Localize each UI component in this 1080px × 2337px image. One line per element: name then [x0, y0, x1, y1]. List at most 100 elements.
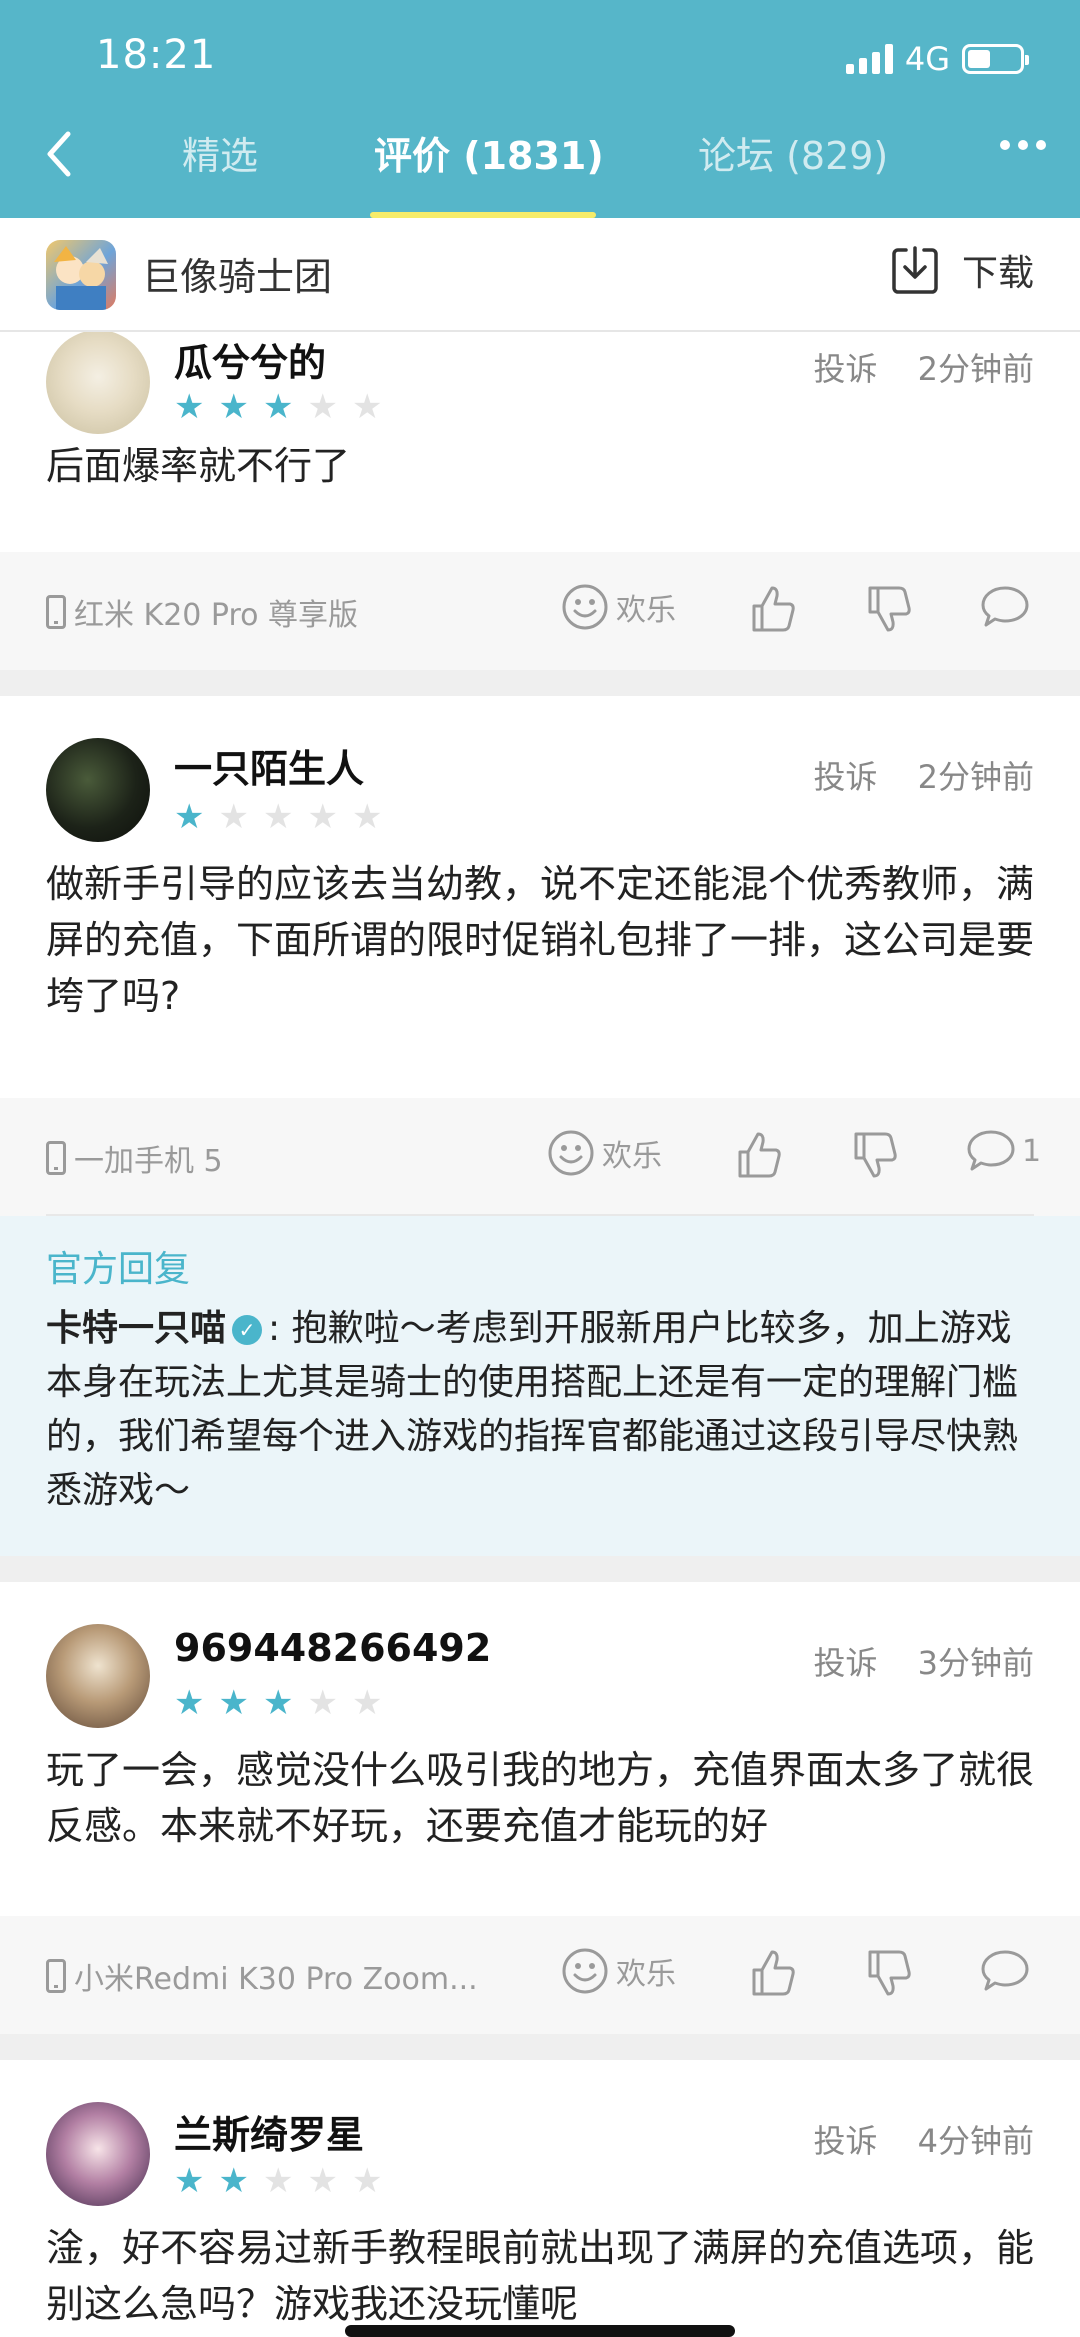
- official-reply-text: 卡特一只喵 ✓: 抱歉啦～考虑到开服新用户比较多，加上游戏本身在玩法上尤其是骑士的…: [46, 1302, 1036, 1518]
- report-link[interactable]: 投诉: [813, 758, 877, 796]
- smile-icon: [562, 1948, 608, 1994]
- smile-icon: [562, 584, 608, 630]
- star-empty-icon: ★: [307, 1683, 338, 1723]
- report-link[interactable]: 投诉: [813, 350, 877, 388]
- review-text: 玩了一会，感觉没什么吸引我的地方，充值界面太多了就很反感。本来就不好玩，还要充值…: [46, 1748, 1035, 1848]
- star-empty-icon: ★: [262, 797, 294, 837]
- phone-icon: [46, 1141, 66, 1175]
- review-meta: 投诉 4分钟前: [813, 2116, 1034, 2162]
- star-rating: ★ ★ ★ ★ ★: [174, 390, 382, 424]
- review-footer: 红米 K20 Pro 尊享版 欢乐: [0, 552, 1080, 670]
- star-empty-icon: ★: [307, 387, 338, 427]
- report-link[interactable]: 投诉: [813, 2122, 877, 2160]
- review-time: 2分钟前: [917, 758, 1034, 796]
- official-reply-title: 官方回复: [46, 1249, 191, 1290]
- device-label: 红米 K20 Pro 尊享版: [46, 590, 358, 634]
- avatar[interactable]: [46, 2102, 150, 2206]
- top-bar: 18:21 4G 精选 评价 (1831) 论坛 (829): [0, 0, 1080, 218]
- thumbs-down-icon[interactable]: [866, 584, 912, 634]
- review-list[interactable]: 瓜兮兮的 ★ ★ ★ ★ ★ 投诉 2分钟前 后面爆率就不行了 红米 K20 Pro 尊…: [0, 332, 1080, 2337]
- comment-button[interactable]: 1: [966, 1128, 1041, 1174]
- app-header: 巨像骑士团 下载: [0, 218, 1080, 332]
- review-meta: 投诉 2分钟前: [813, 344, 1034, 390]
- download-button[interactable]: 下载: [890, 244, 1034, 296]
- review-time: 2分钟前: [917, 350, 1034, 388]
- device-label: 小米Redmi K30 Pro Zoom...: [46, 1954, 478, 1998]
- star-filled-icon: ★: [174, 1683, 205, 1723]
- star-filled-icon: ★: [218, 387, 249, 427]
- device-name: 小米Redmi K30 Pro Zoom...: [74, 1962, 478, 1997]
- official-reply: 官方回复 卡特一只喵 ✓: 抱歉啦～考虑到开服新用户比较多，加上游戏本身在玩法上尤…: [0, 1216, 1080, 1556]
- star-filled-icon: ★: [218, 2161, 249, 2201]
- thumbs-down-icon[interactable]: [866, 1948, 912, 1998]
- star-filled-icon: ★: [174, 797, 205, 837]
- review-text: 后面爆率就不行了: [46, 444, 351, 488]
- comment-count: 1: [1022, 1133, 1042, 1169]
- star-empty-icon: ★: [351, 1683, 383, 1723]
- reaction-button[interactable]: 欢乐: [546, 1128, 662, 1178]
- tab-forum[interactable]: 论坛 (829): [698, 128, 888, 184]
- review-meta: 投诉 2分钟前: [813, 752, 1034, 798]
- review-text: 做新手引导的应该去当幼教，说不定还能混个优秀教师，满屏的充值，下面所谓的限时促销…: [46, 862, 1035, 1018]
- star-empty-icon: ★: [351, 2161, 383, 2201]
- username[interactable]: 一只陌生人: [174, 738, 364, 793]
- status-time: 18:21: [96, 32, 217, 78]
- network-label: 4G: [904, 40, 950, 78]
- username[interactable]: 兰斯绮罗星: [174, 2104, 364, 2159]
- device-name: 一加手机 5: [74, 1144, 223, 1179]
- comment-icon[interactable]: [980, 1948, 1030, 1994]
- star-empty-icon: ★: [262, 2161, 294, 2201]
- star-rating: ★ ★ ★ ★ ★: [174, 800, 382, 834]
- thumbs-up-icon[interactable]: [750, 584, 796, 634]
- review-card: 969448266492 ★ ★ ★ ★ ★ 投诉 3分钟前 玩了一会，感觉没什么吸引我…: [0, 1582, 1080, 1916]
- report-link[interactable]: 投诉: [813, 1644, 877, 1682]
- official-reply-author[interactable]: 卡特一只喵: [46, 1308, 226, 1349]
- thumbs-up-icon[interactable]: [736, 1130, 782, 1180]
- signal-icon: [845, 44, 893, 74]
- smile-icon: [548, 1130, 594, 1176]
- back-icon[interactable]: [38, 124, 78, 184]
- comment-icon[interactable]: [980, 584, 1030, 630]
- star-rating: ★ ★ ★ ★ ★: [174, 1686, 382, 1720]
- download-icon: [892, 246, 938, 294]
- avatar[interactable]: [46, 738, 150, 842]
- review-time: 3分钟前: [917, 1644, 1034, 1682]
- status-icons: 4G: [845, 40, 1029, 78]
- star-empty-icon: ★: [307, 2161, 338, 2201]
- review-footer: 一加手机 5 欢乐 1: [0, 1098, 1080, 1216]
- username[interactable]: 969448266492: [174, 1626, 491, 1670]
- username[interactable]: 瓜兮兮的: [174, 332, 326, 387]
- avatar[interactable]: [46, 332, 150, 434]
- more-icon[interactable]: [1000, 140, 1046, 150]
- battery-icon: [962, 44, 1029, 74]
- reaction-label: 欢乐: [616, 593, 676, 628]
- device-label: 一加手机 5: [46, 1136, 223, 1180]
- reaction-button[interactable]: 欢乐: [560, 582, 676, 632]
- reaction-label: 欢乐: [602, 1139, 662, 1174]
- reaction-button[interactable]: 欢乐: [560, 1946, 676, 1996]
- thumbs-up-icon[interactable]: [750, 1948, 796, 1998]
- tab-reviews[interactable]: 评价 (1831): [374, 128, 604, 184]
- download-label: 下载: [961, 253, 1034, 294]
- review-card: 一只陌生人 ★ ★ ★ ★ ★ 投诉 2分钟前 做新手引导的应该去当幼教，说不定还能混个…: [0, 696, 1080, 1098]
- star-filled-icon: ★: [262, 387, 294, 427]
- star-filled-icon: ★: [262, 1683, 294, 1723]
- tab-featured[interactable]: 精选: [182, 128, 258, 184]
- app-name: 巨像骑士团: [142, 255, 333, 299]
- star-filled-icon: ★: [174, 2161, 205, 2201]
- avatar[interactable]: [46, 1624, 150, 1728]
- thumbs-down-icon[interactable]: [852, 1130, 898, 1180]
- phone-icon: [46, 1959, 66, 1993]
- home-indicator[interactable]: [345, 2325, 735, 2337]
- review-footer: 小米Redmi K30 Pro Zoom... 欢乐: [0, 1916, 1080, 2034]
- star-filled-icon: ★: [218, 1683, 249, 1723]
- star-filled-icon: ★: [174, 387, 205, 427]
- star-empty-icon: ★: [351, 797, 383, 837]
- phone-icon: [46, 595, 66, 629]
- review-card: 瓜兮兮的 ★ ★ ★ ★ ★ 投诉 2分钟前 后面爆率就不行了: [0, 332, 1080, 522]
- review-card: 兰斯绮罗星 ★ ★ ★ ★ ★ 投诉 4分钟前 淦，好不容易过新手教程眼前就出现了满屏的…: [0, 2060, 1080, 2337]
- app-icon: [46, 240, 116, 310]
- verified-icon: ✓: [232, 1315, 263, 1345]
- review-text: 淦，好不容易过新手教程眼前就出现了满屏的充值选项，能别这么急吗？游戏我还没玩懂呢: [46, 2226, 1035, 2326]
- section-gap: [0, 670, 1080, 696]
